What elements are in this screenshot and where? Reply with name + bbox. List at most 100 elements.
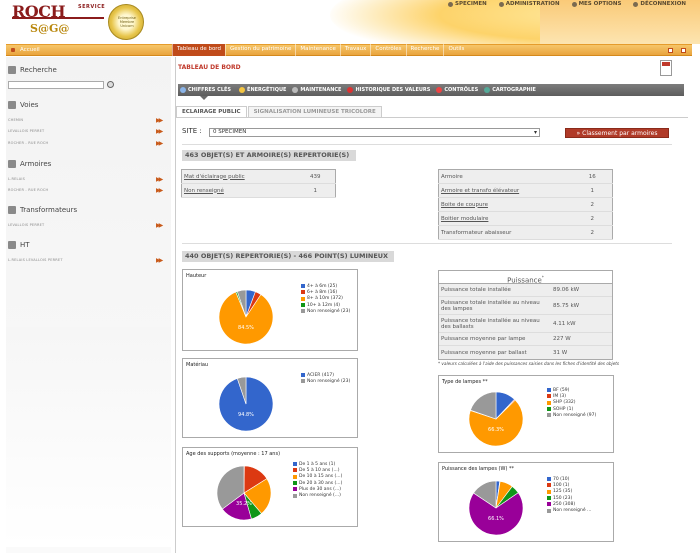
legend-entry: De 5 à 10 ans (...) [293,467,342,473]
tab-eclairage-public[interactable]: ECLAIRAGE PUBLIC [176,106,247,117]
nav-tableau-de-bord[interactable]: Tableau de bord [172,44,225,56]
table-row: Puissance totale installée au niveau des… [439,297,612,315]
legend-swatch [547,413,551,418]
legend-swatch [293,481,297,486]
subtab-controles[interactable]: CONTRÔLES [436,87,478,93]
puissance-title: Puissance* [439,271,612,284]
logo-service: SERVICE [78,4,106,10]
sidebar-section-transformateurs: Transformateurs [8,206,77,214]
sidebar-item[interactable]: ROCHER - RUE ROCH [8,141,48,145]
sidebar-item[interactable]: ROCHER - RUE ROCH [8,188,48,192]
expand-arrow-icon[interactable]: ▶▶ [156,128,163,135]
chart-legend: De 1 à 5 ans (1) De 5 à 10 ans (...) De 10… [293,461,342,499]
puissance-note: * valeurs calculées à l'aide des puissan… [438,361,620,366]
pie-chart: 84.5% [218,289,274,345]
sidebar-item[interactable]: L.RELAIS LEVALLOIS PERRET [8,258,63,262]
sidebar-item[interactable]: LEVALLOIS PERRET [8,129,44,133]
subtab-energetique[interactable]: ÉNERGÉTIQUE [239,87,286,93]
legend-swatch [547,502,551,507]
expand-arrow-icon[interactable]: ▶▶ [156,140,163,147]
chart-legend: 4+ à 6m (25) 6+ à 8m (16) 8+ à 10m (372) 10… [301,283,350,314]
legend-entry: Non renseigné (23) [301,308,350,314]
logo-bar [12,17,104,19]
sidebar-search-button[interactable] [107,81,114,88]
chart-materiau: Matériau 94.8% ACIER (417) Non renseigné … [182,358,358,438]
legend-swatch [547,407,551,412]
seal-icon: Entreprise Membre Unicom [108,4,144,40]
nav-controles[interactable]: Contrôles [370,44,405,56]
print-icon[interactable] [668,47,673,53]
link-logout[interactable]: DÉCONNEXION [633,1,686,7]
expand-arrow-icon[interactable]: ▶▶ [156,222,163,229]
legend-swatch [547,496,551,501]
legend-entry: De 10 à 15 ans (...) [293,474,342,480]
sidebar-section-ht: HT [8,241,30,249]
chart-legend: ACIER (417) Non renseigné (23) [301,372,350,385]
legend-label: 150 (23) [553,495,573,501]
legend-label: SOHP (1) [553,406,574,412]
subtab-chiffres-cles[interactable]: CHIFFRES CLÉS [180,87,233,93]
nav-home[interactable]: Accueil [6,47,172,53]
table-row: Puissance totale installée au niveau des… [439,315,612,333]
table-objets: Mat d'éclairage public 439 Non renseigné 1 [181,169,336,198]
subtab-cartographie[interactable]: CARTOGRAPHIE [484,87,536,93]
legend-label: De 20 à 30 ans (...) [299,480,343,486]
legend-swatch [293,493,297,498]
nav-gestion[interactable]: Gestion du patrimoine [224,44,295,56]
link-options[interactable]: MES OPTIONS [571,1,621,7]
sidebar-item[interactable]: L.RELAIS [8,177,25,181]
nav-travaux[interactable]: Travaux [339,44,371,56]
site-select[interactable]: 0 SPECIMEN [209,128,540,137]
expand-arrow-icon[interactable]: ▶▶ [156,187,163,194]
nav-recherche[interactable]: Recherche [405,44,444,56]
tab-signalisation[interactable]: SIGNALISATION LUMINEUSE TRICOLORE [247,106,382,117]
sidebar-item[interactable]: LEVALLOIS PERRET [8,223,44,227]
help-icon[interactable] [681,47,686,53]
legend-swatch [301,309,305,314]
legend-swatch [293,468,297,473]
chart-puissance-lampes: Puissance des lampes (W) ** 66.1% 70 (10… [438,462,614,542]
pie-chart: 66.3% [468,391,524,447]
legend-swatch [547,489,551,494]
legend-swatch [293,487,297,492]
legend-swatch [293,462,297,467]
legend-entry: Non renseigné ... [547,507,591,513]
band-points-lumineux: 440 OBJET(S) REPERTORIE(S) - 466 POINT(S… [182,251,394,262]
expand-arrow-icon[interactable]: ▶▶ [156,257,163,264]
subtab-historique[interactable]: HISTORIQUE DES VALEURS [347,87,430,93]
table-row: Puissance totale installée 89.06 kW [439,284,612,297]
legend-entry: De 1 à 5 ans (1) [293,461,342,467]
nav-maintenance[interactable]: Maintenance [295,44,339,56]
link-administration[interactable]: ADMINISTRATION [498,1,560,7]
classement-button[interactable]: » Classement par armoires [565,128,669,138]
sidebar-item[interactable]: CHEMIN [8,118,23,122]
logout-icon [633,1,639,7]
legend-swatch [301,284,305,289]
legend-label: 8+ à 10m (372) [307,296,343,302]
legend-label: Non renseigné (97) [553,412,597,418]
wrench-icon [292,87,299,93]
chart-title: Hauteur [186,273,207,279]
legend-label: SHP (332) [553,400,576,406]
expand-arrow-icon[interactable]: ▶▶ [156,117,163,124]
table-row: Transformateur abaisseur 2 [438,225,613,240]
chart-title: Puissance des lampes (W) ** [442,466,514,472]
legend-swatch [547,388,551,393]
nav-outils[interactable]: Outils [443,44,468,56]
legend-swatch [301,303,305,308]
pie-center-label: 84.5% [238,325,254,331]
link-specimen[interactable]: SPECIMEN [448,1,487,7]
legend-label: 10+ à 12m (4) [307,302,341,308]
subtab-maintenance[interactable]: MAINTENANCE [292,87,341,93]
chart-legend: 70 (10) 100 (1) 125 (35) 150 (23) 250 (308) N… [547,476,591,514]
table-armoires: Armoire 16 Armoire et transfo élévateur 1 … [438,169,613,240]
legend-entry: Non renseigné (23) [301,378,350,384]
tabs: ECLAIRAGE PUBLIC SIGNALISATION LUMINEUSE… [176,106,383,117]
pdf-export-icon[interactable] [660,60,672,76]
table-row: Non renseigné 1 [181,183,336,198]
legend-label: 6+ à 8m (16) [307,289,338,295]
sidebar-search-input[interactable] [8,81,104,89]
table-row: Armoire et transfo élévateur 1 [438,183,613,198]
legend-swatch [293,474,297,479]
expand-arrow-icon[interactable]: ▶▶ [156,176,163,183]
